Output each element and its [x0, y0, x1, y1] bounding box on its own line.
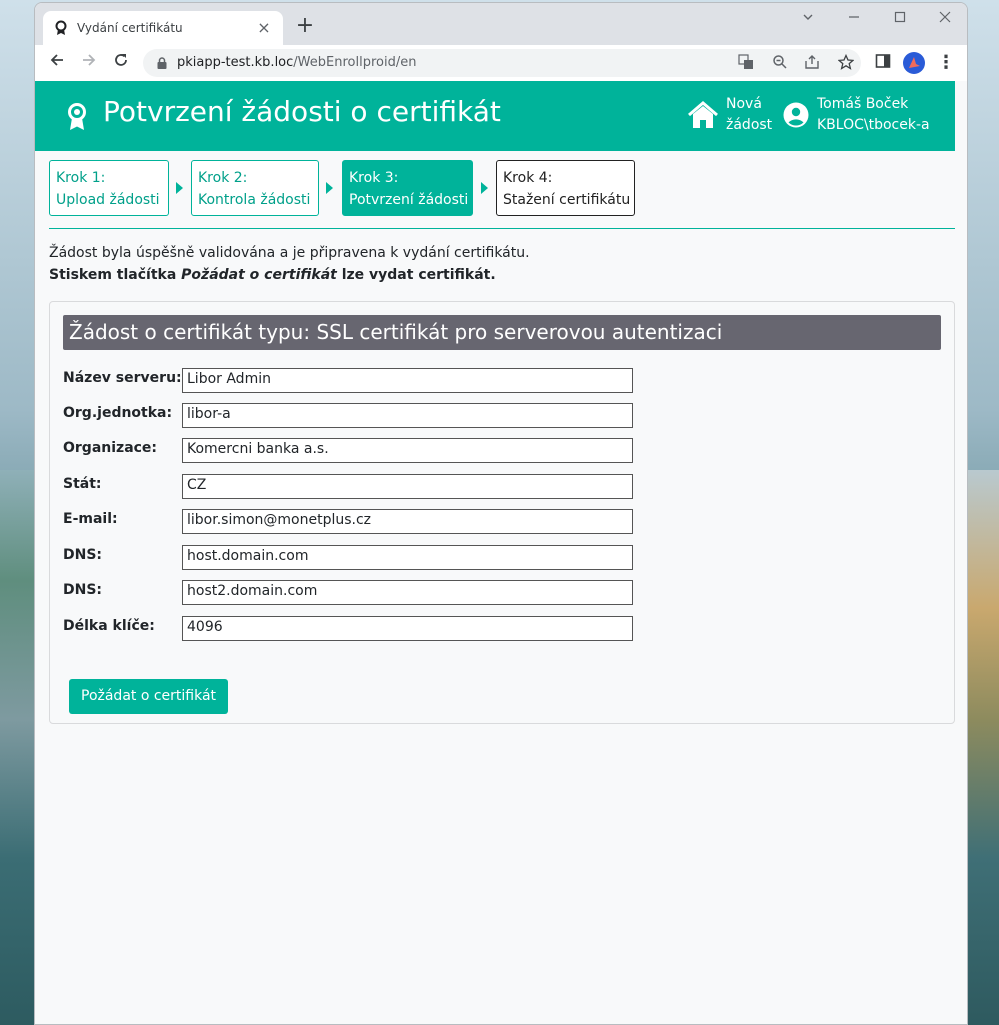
card-title: Žádost o certifikát typu: SSL certifikát… [63, 315, 941, 350]
request-certificate-button[interactable]: Požádat o certifikát [69, 679, 229, 714]
server-name-field[interactable]: Libor Admin [182, 368, 633, 393]
step-3-label: Potvrzení žádosti [349, 192, 469, 208]
tab-strip: Vydání certifikátu × + [35, 3, 967, 45]
menu-kebab-icon[interactable]: ⋮ [937, 51, 955, 75]
user-icon [783, 102, 809, 128]
forward-icon[interactable] [77, 51, 101, 75]
url-text: pkiapp-test.kb.loc/WebEnrollproid/en [177, 55, 416, 70]
side-panel-icon[interactable] [873, 53, 893, 73]
address-bar[interactable]: pkiapp-test.kb.loc/WebEnrollproid/en [143, 49, 861, 77]
step-2: Krok 2: Kontrola žádosti [191, 160, 319, 216]
reload-icon[interactable] [109, 51, 133, 75]
step-1-label: Upload žádosti [56, 192, 160, 208]
new-request-link[interactable]: Nová žádost [688, 94, 772, 136]
new-request-line1: Nová [726, 96, 762, 112]
step-4-label: Stažení certifikátu [503, 192, 631, 208]
home-icon [688, 101, 718, 128]
profile-avatar[interactable] [903, 52, 925, 74]
minimize-icon[interactable] [839, 7, 869, 31]
key-length-field[interactable]: 4096 [182, 616, 633, 641]
new-request-line2: žádost [726, 117, 773, 133]
step-arrow-icon [481, 182, 488, 194]
step-4: Krok 4: Stažení certifikátu [496, 160, 635, 216]
zoom-icon[interactable] [771, 54, 789, 72]
dns-field-2[interactable]: host2.domain.com [182, 580, 633, 605]
close-window-icon[interactable] [930, 7, 960, 31]
browser-tab[interactable]: Vydání certifikátu × [43, 11, 283, 45]
country-label: Stát: [63, 476, 102, 492]
info-instruction-suffix: lze vydat certifikát. [336, 267, 496, 283]
bookmark-star-icon[interactable] [837, 53, 855, 72]
maximize-icon[interactable] [885, 7, 915, 31]
tab-close-icon[interactable]: × [255, 19, 273, 37]
share-icon[interactable] [803, 54, 821, 72]
info-instruction: Stiskem tlačítka Požádat o certifikát lz… [49, 267, 496, 283]
organization-label: Organizace: [63, 440, 158, 456]
tab-title: Vydání certifikátu [77, 21, 183, 35]
key-length-label: Délka klíče: [63, 618, 155, 634]
tab-search-icon[interactable] [793, 7, 823, 31]
step-3-number: Krok 3: [349, 170, 399, 186]
divider [49, 228, 955, 229]
browser-window: Vydání certifikátu × + pkiapp-test.kb.lo… [34, 2, 968, 1025]
info-instruction-prefix: Stiskem tlačítka [49, 267, 182, 283]
award-icon [68, 103, 86, 130]
org-unit-label: Org.jednotka: [63, 405, 173, 421]
page-title: Potvrzení žádosti o certifikát [103, 95, 501, 128]
request-card: Žádost o certifikát typu: SSL certifikát… [49, 301, 955, 724]
page-content: Potvrzení žádosti o certifikát Nová žádo… [35, 81, 967, 1024]
step-4-number: Krok 4: [503, 170, 553, 186]
translate-icon[interactable] [737, 54, 755, 72]
step-1: Krok 1: Upload žádosti [49, 160, 169, 216]
dns-field-1[interactable]: host.domain.com [182, 545, 633, 570]
email-label: E-mail: [63, 511, 118, 527]
desktop-background-right [968, 470, 999, 1025]
email-field[interactable]: libor.simon@monetplus.cz [182, 509, 633, 534]
step-2-number: Krok 2: [198, 170, 248, 186]
step-arrow-icon [176, 182, 183, 194]
organization-field[interactable]: Komercni banka a.s. [182, 438, 633, 463]
url-path: /WebEnrollproid/en [293, 55, 417, 70]
browser-toolbar: pkiapp-test.kb.loc/WebEnrollproid/en ⋮ [35, 45, 967, 81]
user-name: Tomáš Boček [817, 96, 909, 112]
desktop-background-left [0, 470, 34, 1025]
user-account: KBLOC\tbocek-a [817, 117, 930, 133]
step-3: Krok 3: Potvrzení žádosti [342, 160, 473, 216]
url-host: pkiapp-test.kb.loc [177, 55, 294, 70]
user-info: Tomáš Boček KBLOC\tbocek-a [783, 94, 930, 136]
lock-icon [157, 57, 167, 69]
server-name-label: Název serveru: [63, 370, 182, 386]
step-2-label: Kontrola žádosti [198, 192, 311, 208]
step-arrow-icon [326, 182, 333, 194]
back-icon[interactable] [45, 51, 69, 75]
award-icon [55, 20, 67, 35]
step-1-number: Krok 1: [56, 170, 106, 186]
app-header: Potvrzení žádosti o certifikát Nová žádo… [35, 81, 955, 151]
org-unit-field[interactable]: libor-a [182, 403, 633, 428]
dns-label-2: DNS: [63, 582, 103, 598]
info-instruction-emphasis: Požádat o certifikát [181, 267, 337, 283]
dns-label-1: DNS: [63, 547, 103, 563]
country-field[interactable]: CZ [182, 474, 633, 499]
info-validated: Žádost byla úspěšně validována a je přip… [49, 245, 530, 261]
new-tab-button[interactable]: + [293, 15, 317, 39]
